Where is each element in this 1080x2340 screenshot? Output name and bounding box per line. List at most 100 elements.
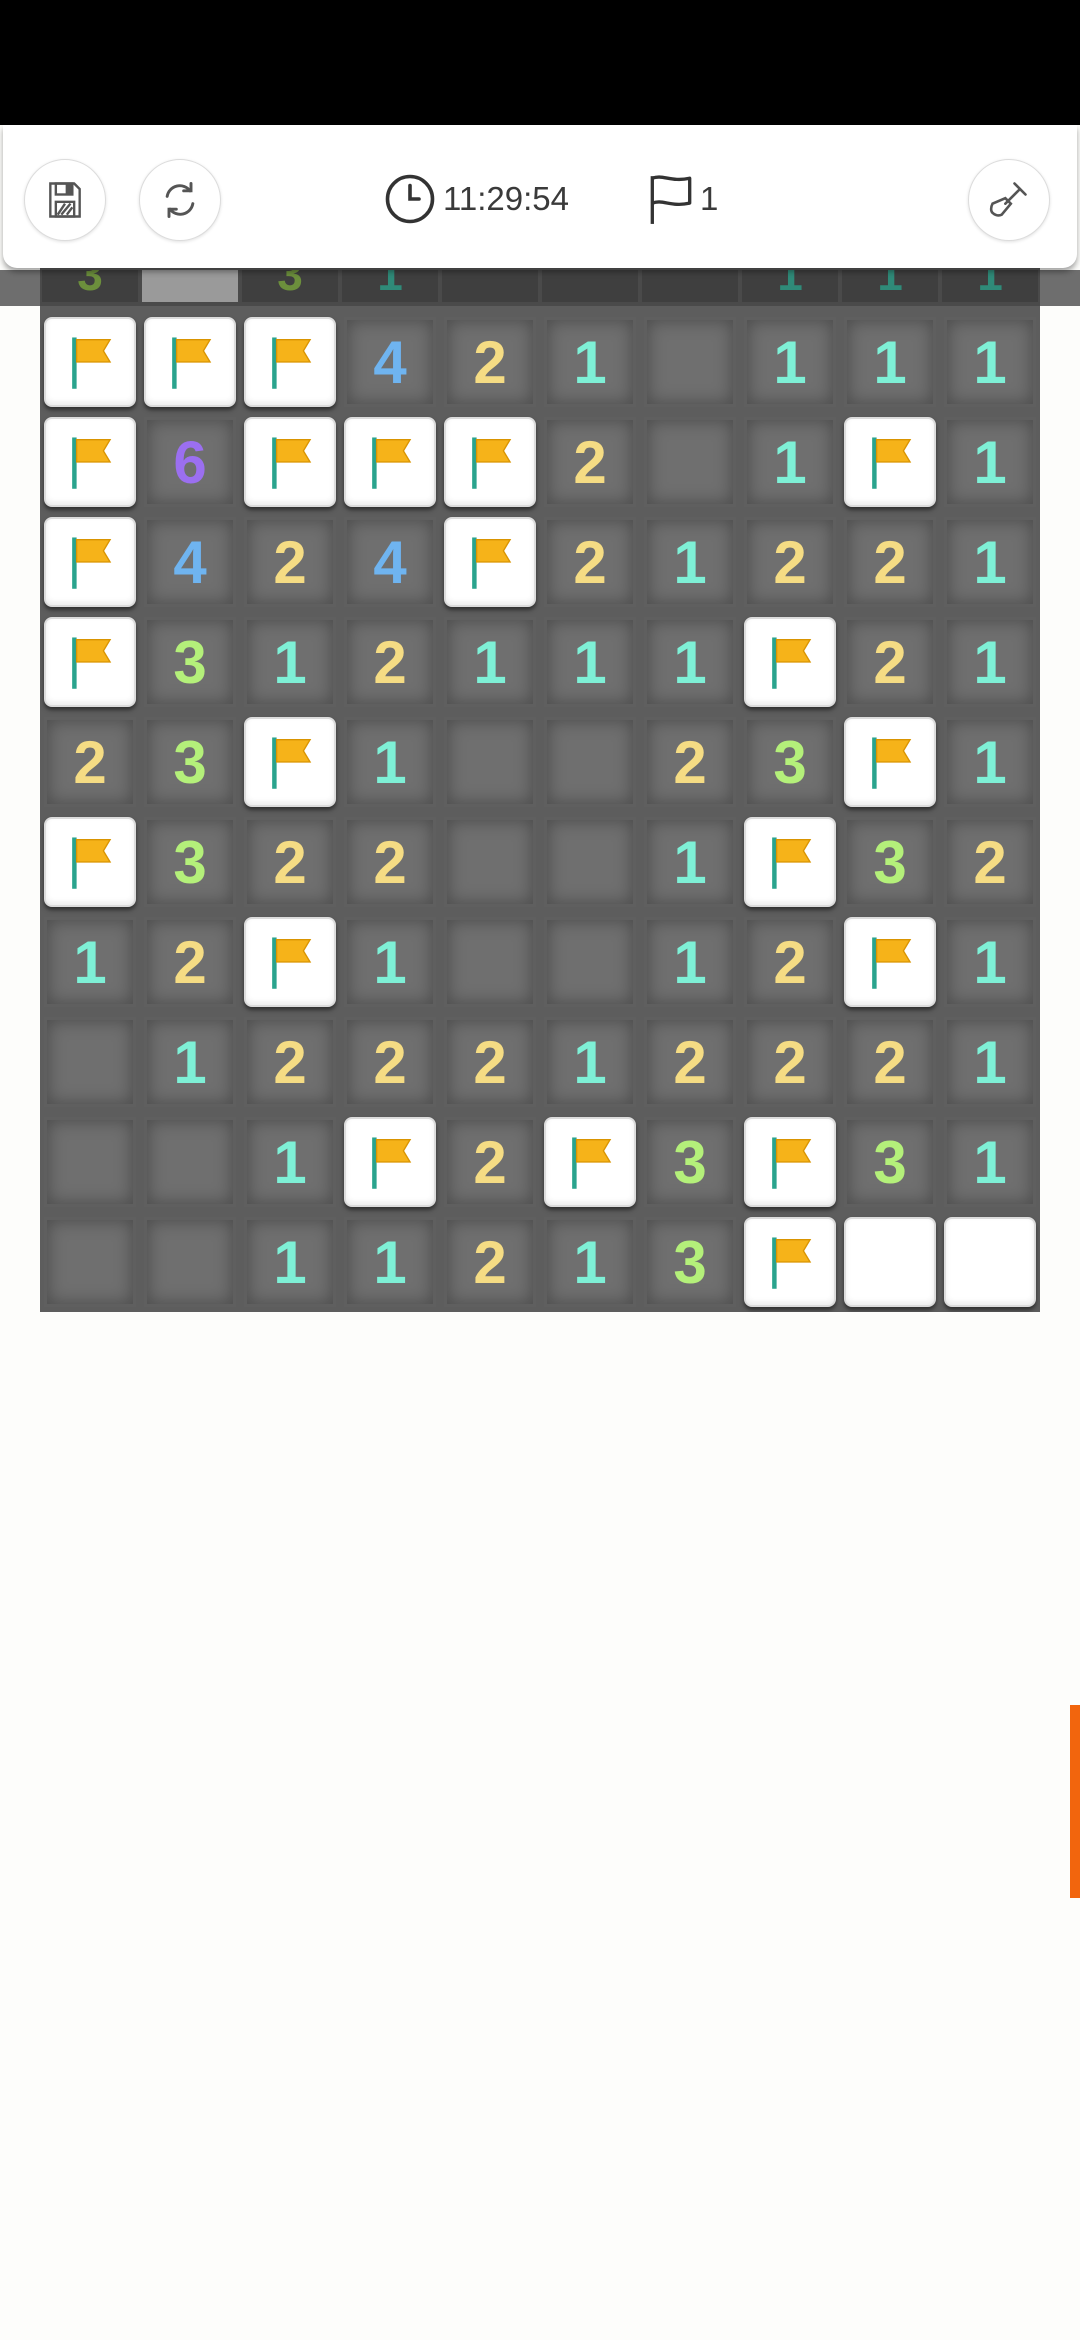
empty-cell[interactable] xyxy=(444,817,536,907)
empty-cell[interactable] xyxy=(644,417,736,507)
number-cell[interactable]: 1 xyxy=(44,917,136,1007)
flagged-cell[interactable] xyxy=(344,1117,436,1207)
number-cell[interactable]: 2 xyxy=(444,1017,536,1107)
number-cell[interactable]: 1 xyxy=(944,917,1036,1007)
scroll-indicator[interactable] xyxy=(1070,1705,1080,1898)
number-cell[interactable]: 2 xyxy=(844,1017,936,1107)
flagged-cell[interactable] xyxy=(844,717,936,807)
number-cell[interactable]: 1 xyxy=(444,617,536,707)
number-cell[interactable]: 3 xyxy=(844,817,936,907)
unrevealed-cell[interactable] xyxy=(944,1217,1036,1307)
number-cell[interactable]: 1 xyxy=(244,1117,336,1207)
number-cell[interactable]: 3 xyxy=(744,717,836,807)
number-cell[interactable]: 2 xyxy=(444,317,536,407)
number-cell[interactable]: 1 xyxy=(944,1117,1036,1207)
flagged-cell[interactable] xyxy=(744,1117,836,1207)
number-cell[interactable]: 4 xyxy=(344,317,436,407)
empty-cell[interactable] xyxy=(544,917,636,1007)
number-cell[interactable]: 2 xyxy=(544,517,636,607)
number-cell[interactable]: 2 xyxy=(644,717,736,807)
number-cell[interactable]: 1 xyxy=(842,270,938,302)
flagged-cell[interactable] xyxy=(144,317,236,407)
number-cell[interactable]: 2 xyxy=(944,817,1036,907)
flagged-cell[interactable] xyxy=(344,417,436,507)
number-cell[interactable]: 1 xyxy=(944,517,1036,607)
number-cell[interactable]: 1 xyxy=(544,617,636,707)
number-cell[interactable]: 3 xyxy=(144,817,236,907)
number-cell[interactable]: 2 xyxy=(844,617,936,707)
number-cell[interactable]: 2 xyxy=(744,1017,836,1107)
flagged-cell[interactable] xyxy=(44,317,136,407)
unrevealed-cell[interactable] xyxy=(844,1217,936,1307)
flagged-cell[interactable] xyxy=(244,717,336,807)
number-cell[interactable]: 2 xyxy=(244,1017,336,1107)
number-cell[interactable]: 1 xyxy=(544,317,636,407)
number-cell[interactable]: 1 xyxy=(742,270,838,302)
empty-cell[interactable] xyxy=(642,270,738,302)
number-cell[interactable]: 4 xyxy=(144,517,236,607)
empty-cell[interactable] xyxy=(442,270,538,302)
restart-button[interactable] xyxy=(139,159,221,241)
empty-cell[interactable] xyxy=(44,1117,136,1207)
number-cell[interactable]: 1 xyxy=(844,317,936,407)
number-cell[interactable]: 2 xyxy=(344,1017,436,1107)
number-cell[interactable]: 1 xyxy=(544,1017,636,1107)
number-cell[interactable]: 2 xyxy=(344,817,436,907)
empty-cell[interactable] xyxy=(444,717,536,807)
number-cell[interactable]: 2 xyxy=(644,1017,736,1107)
number-cell[interactable]: 2 xyxy=(844,517,936,607)
number-cell[interactable]: 3 xyxy=(644,1217,736,1307)
number-cell[interactable]: 2 xyxy=(144,917,236,1007)
empty-cell[interactable] xyxy=(44,1217,136,1307)
number-cell[interactable]: 1 xyxy=(244,1217,336,1307)
number-cell[interactable]: 3 xyxy=(242,270,338,302)
flagged-cell[interactable] xyxy=(142,270,238,302)
number-cell[interactable]: 3 xyxy=(144,717,236,807)
number-cell[interactable]: 2 xyxy=(444,1217,536,1307)
empty-cell[interactable] xyxy=(544,817,636,907)
number-cell[interactable]: 1 xyxy=(544,1217,636,1307)
number-cell[interactable]: 1 xyxy=(244,617,336,707)
number-cell[interactable]: 3 xyxy=(644,1117,736,1207)
number-cell[interactable]: 6 xyxy=(144,417,236,507)
number-cell[interactable]: 3 xyxy=(844,1117,936,1207)
flagged-cell[interactable] xyxy=(44,417,136,507)
flagged-cell[interactable] xyxy=(444,417,536,507)
number-cell[interactable]: 2 xyxy=(44,717,136,807)
flagged-cell[interactable] xyxy=(44,617,136,707)
number-cell[interactable]: 1 xyxy=(644,917,736,1007)
number-cell[interactable]: 1 xyxy=(644,617,736,707)
number-cell[interactable]: 1 xyxy=(144,1017,236,1107)
flagged-cell[interactable] xyxy=(44,517,136,607)
number-cell[interactable]: 1 xyxy=(644,817,736,907)
number-cell[interactable]: 2 xyxy=(444,1117,536,1207)
empty-cell[interactable] xyxy=(44,1017,136,1107)
number-cell[interactable]: 3 xyxy=(42,270,138,302)
number-cell[interactable]: 1 xyxy=(944,617,1036,707)
empty-cell[interactable] xyxy=(542,270,638,302)
dig-mode-button[interactable] xyxy=(968,159,1050,241)
flagged-cell[interactable] xyxy=(744,1217,836,1307)
number-cell[interactable]: 4 xyxy=(344,517,436,607)
flagged-cell[interactable] xyxy=(244,917,336,1007)
flagged-cell[interactable] xyxy=(444,517,536,607)
save-button[interactable] xyxy=(24,159,106,241)
number-cell[interactable]: 2 xyxy=(344,617,436,707)
empty-cell[interactable] xyxy=(144,1117,236,1207)
number-cell[interactable]: 2 xyxy=(244,517,336,607)
flagged-cell[interactable] xyxy=(744,817,836,907)
number-cell[interactable]: 1 xyxy=(744,317,836,407)
number-cell[interactable]: 1 xyxy=(344,917,436,1007)
number-cell[interactable]: 2 xyxy=(744,517,836,607)
number-cell[interactable]: 1 xyxy=(944,317,1036,407)
number-cell[interactable]: 2 xyxy=(244,817,336,907)
number-cell[interactable]: 1 xyxy=(944,717,1036,807)
flagged-cell[interactable] xyxy=(44,817,136,907)
number-cell[interactable]: 1 xyxy=(944,417,1036,507)
empty-cell[interactable] xyxy=(644,317,736,407)
number-cell[interactable]: 1 xyxy=(744,417,836,507)
flagged-cell[interactable] xyxy=(244,317,336,407)
number-cell[interactable]: 1 xyxy=(344,1217,436,1307)
number-cell[interactable]: 3 xyxy=(144,617,236,707)
number-cell[interactable]: 2 xyxy=(544,417,636,507)
